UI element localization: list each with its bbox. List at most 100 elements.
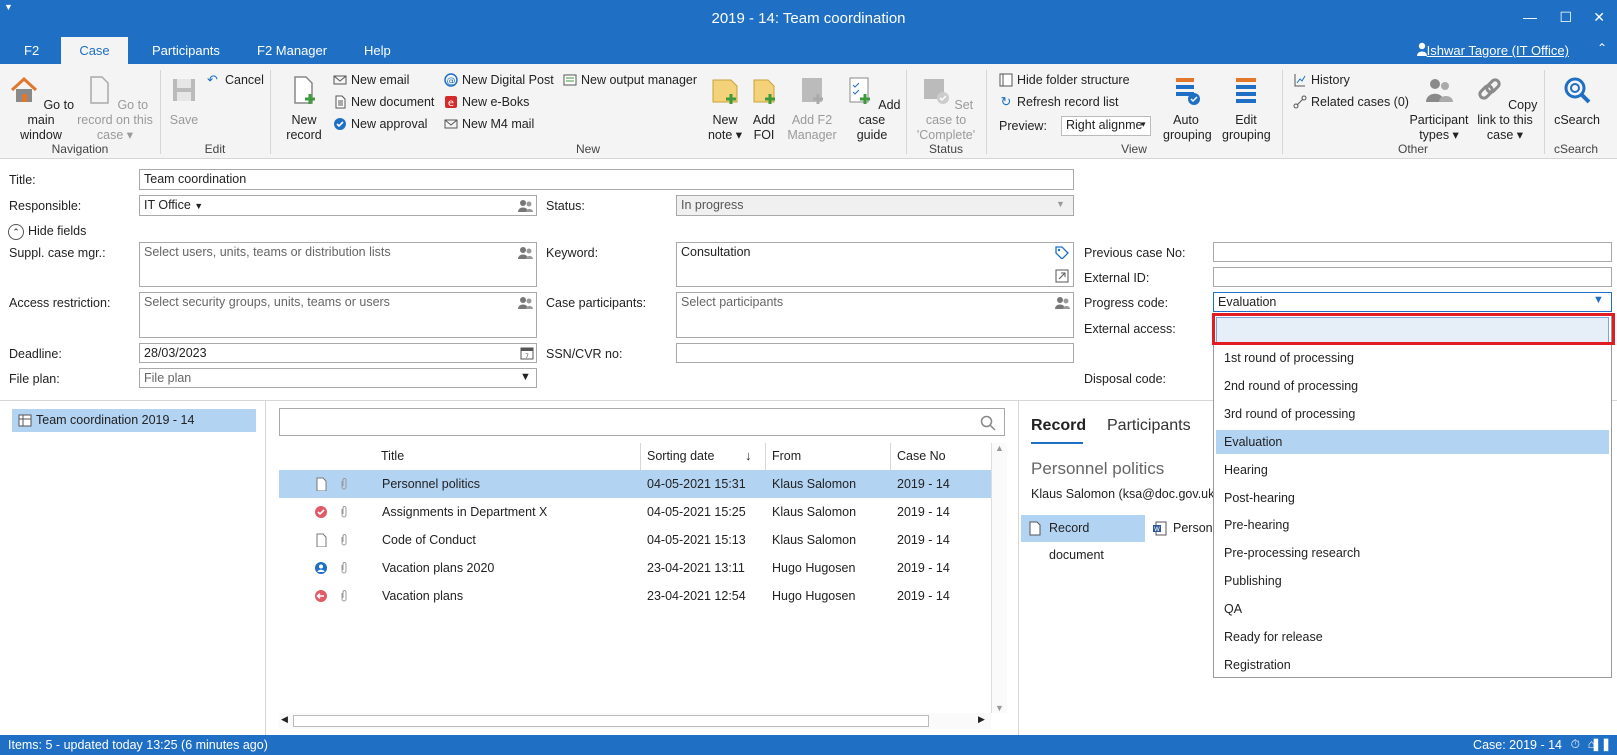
tab-preview-participants[interactable]: Participants: [1107, 417, 1191, 435]
title-field[interactable]: Team coordination: [139, 169, 1074, 190]
progress-dropdown-arrow-icon[interactable]: ▼: [1593, 294, 1604, 306]
new-approval-button[interactable]: New approval: [333, 117, 427, 131]
ssn-cvr-field[interactable]: [676, 343, 1074, 363]
dropdown-option[interactable]: QA: [1216, 597, 1609, 621]
auto-grouping-button[interactable]: Auto grouping: [1163, 74, 1212, 143]
select-users-icon[interactable]: [517, 246, 533, 260]
case-participants-field[interactable]: Select participants: [676, 292, 1074, 338]
dropdown-filter-input[interactable]: [1216, 317, 1609, 343]
go-to-main-window-button[interactable]: Go to main window: [6, 74, 76, 143]
scroll-thumb[interactable]: [293, 715, 929, 727]
select-users-icon[interactable]: [517, 296, 533, 310]
collapse-ribbon-icon[interactable]: ⌃: [1597, 41, 1607, 55]
add-foi-button[interactable]: Add FOI: [747, 74, 781, 143]
new-record-button[interactable]: New record: [282, 74, 326, 143]
cancel-button[interactable]: ↶ Cancel: [207, 73, 264, 88]
new-eboks-button[interactable]: e New e-Boks: [444, 95, 529, 109]
go-to-record-button[interactable]: Go to record on this case ▾: [76, 74, 154, 143]
dropdown-option[interactable]: Post-hearing: [1216, 486, 1609, 510]
dropdown-option[interactable]: Registration: [1216, 653, 1609, 677]
new-output-manager-button[interactable]: New output manager: [563, 73, 697, 87]
history-button[interactable]: History: [1293, 73, 1350, 87]
column-title[interactable]: Title: [375, 443, 631, 470]
dropdown-option[interactable]: Pre-hearing: [1216, 513, 1609, 537]
hide-fields-icon[interactable]: ⌃: [8, 224, 24, 240]
set-case-complete-button[interactable]: Set case to 'Complete': [912, 74, 980, 143]
dropdown-option[interactable]: Evaluation: [1216, 429, 1609, 454]
column-from[interactable]: From: [765, 443, 890, 470]
minimize-button[interactable]: —: [1523, 9, 1537, 25]
new-email-button[interactable]: New email: [333, 73, 409, 87]
timer-icon[interactable]: ⏱: [1571, 737, 1580, 752]
table-row[interactable]: Personnel politics 04-05-2021 15:31 Klaus …: [279, 470, 991, 498]
dropdown-option[interactable]: Hearing: [1216, 458, 1609, 482]
tag-icon[interactable]: [1054, 245, 1070, 259]
scroll-left-icon[interactable]: ◀: [281, 714, 288, 725]
previous-case-field[interactable]: [1213, 242, 1612, 262]
tab-f2-manager[interactable]: F2 Manager: [243, 37, 341, 64]
progress-code-field[interactable]: Evaluation: [1213, 292, 1612, 312]
dropdown-option[interactable]: Ready for release: [1216, 625, 1609, 649]
add-f2-manager-button[interactable]: Add F2 Manager: [784, 74, 840, 143]
related-cases-button[interactable]: Related cases (0): [1293, 95, 1409, 109]
record-document-tab[interactable]: Record document: [1021, 515, 1145, 562]
tab-f2[interactable]: F2: [10, 37, 53, 64]
dropdown-option[interactable]: Publishing: [1216, 569, 1609, 593]
dropdown-option[interactable]: Pre-processing research: [1216, 541, 1609, 565]
select-participants-icon[interactable]: [1054, 296, 1070, 310]
open-link-icon[interactable]: [1054, 269, 1070, 283]
column-case-no[interactable]: Case No: [890, 443, 991, 470]
table-row[interactable]: Assignments in Department X 04-05-2021 15…: [279, 498, 991, 526]
edit-grouping-button[interactable]: Edit grouping: [1222, 74, 1271, 143]
calendar-icon[interactable]: 7: [519, 346, 535, 360]
file-plan-field[interactable]: File plan: [139, 368, 537, 388]
deadline-field[interactable]: 28/03/2023: [139, 343, 537, 363]
sort-descending-icon[interactable]: ↓: [745, 448, 752, 463]
scroll-up-icon[interactable]: ▲: [995, 443, 1004, 453]
dropdown-option[interactable]: 2nd round of processing: [1216, 374, 1609, 398]
record-list-vertical-scrollbar[interactable]: ▲ ▼: [991, 443, 1007, 713]
suppl-case-mgr-field[interactable]: Select users, units, teams or distributi…: [139, 242, 537, 287]
responsible-dropdown-icon[interactable]: ▼: [194, 201, 203, 211]
copy-link-button[interactable]: Copy link to this case ▾: [1471, 74, 1539, 143]
responsible-field[interactable]: IT Office ▼: [139, 195, 537, 216]
table-row[interactable]: Vacation plans 23-04-2021 12:54 Hugo Hugos…: [279, 582, 991, 610]
close-button[interactable]: ✕: [1593, 9, 1605, 26]
hide-folder-structure-button[interactable]: Hide folder structure: [999, 73, 1130, 87]
scroll-right-icon[interactable]: ▶: [978, 714, 985, 725]
hide-fields-toggle[interactable]: Hide fields: [28, 224, 86, 238]
tab-help[interactable]: Help: [350, 37, 405, 64]
access-restriction-field[interactable]: Select security groups, units, teams or …: [139, 292, 537, 338]
new-note-button[interactable]: New note ▾: [705, 74, 745, 143]
preview-select[interactable]: Right alignme: [1061, 116, 1151, 136]
tab-record[interactable]: Record: [1031, 417, 1086, 435]
table-row[interactable]: Code of Conduct 04-05-2021 15:13 Klaus Sal…: [279, 526, 991, 554]
record-list-horizontal-scrollbar[interactable]: ◀ ▶: [279, 713, 991, 729]
status-field[interactable]: In progress: [676, 195, 1074, 216]
keyword-field[interactable]: Consultation: [676, 242, 1074, 287]
scroll-down-icon[interactable]: ▼: [995, 703, 1004, 713]
participant-types-button[interactable]: Participant types ▾: [1408, 74, 1470, 143]
new-m4-mail-button[interactable]: New M4 mail: [444, 117, 534, 131]
add-case-guide-button[interactable]: Add case guide: [843, 74, 901, 143]
new-digital-post-button[interactable]: @ New Digital Post: [444, 73, 554, 87]
search-icon[interactable]: [980, 415, 996, 431]
tree-node-case[interactable]: Team coordination 2019 - 14: [12, 409, 256, 432]
record-search-input[interactable]: [279, 408, 1005, 436]
file-plan-dropdown-arrow-icon[interactable]: ▼: [520, 371, 531, 383]
preview-dropdown-arrow-icon[interactable]: ▾: [1141, 119, 1146, 130]
dropdown-option[interactable]: 3rd round of processing: [1216, 402, 1609, 426]
pause-icon[interactable]: ❚❚: [1591, 737, 1611, 751]
external-id-field[interactable]: [1213, 267, 1612, 287]
save-button[interactable]: Save: [162, 74, 206, 128]
tab-case[interactable]: Case: [61, 37, 128, 64]
refresh-record-list-button[interactable]: ↻ Refresh record list: [999, 95, 1119, 110]
new-document-button[interactable]: New document: [333, 95, 434, 109]
tab-participants[interactable]: Participants: [138, 37, 234, 64]
status-dropdown-arrow-icon[interactable]: ▼: [1056, 199, 1065, 209]
select-users-icon[interactable]: [517, 199, 533, 213]
table-row[interactable]: Vacation plans 2020 23-04-2021 13:11 Hugo …: [279, 554, 991, 582]
user-link[interactable]: Ishwar Tagore (IT Office): [1427, 43, 1569, 58]
maximize-button[interactable]: ☐: [1559, 9, 1572, 26]
csearch-button[interactable]: cSearch: [1551, 74, 1603, 128]
